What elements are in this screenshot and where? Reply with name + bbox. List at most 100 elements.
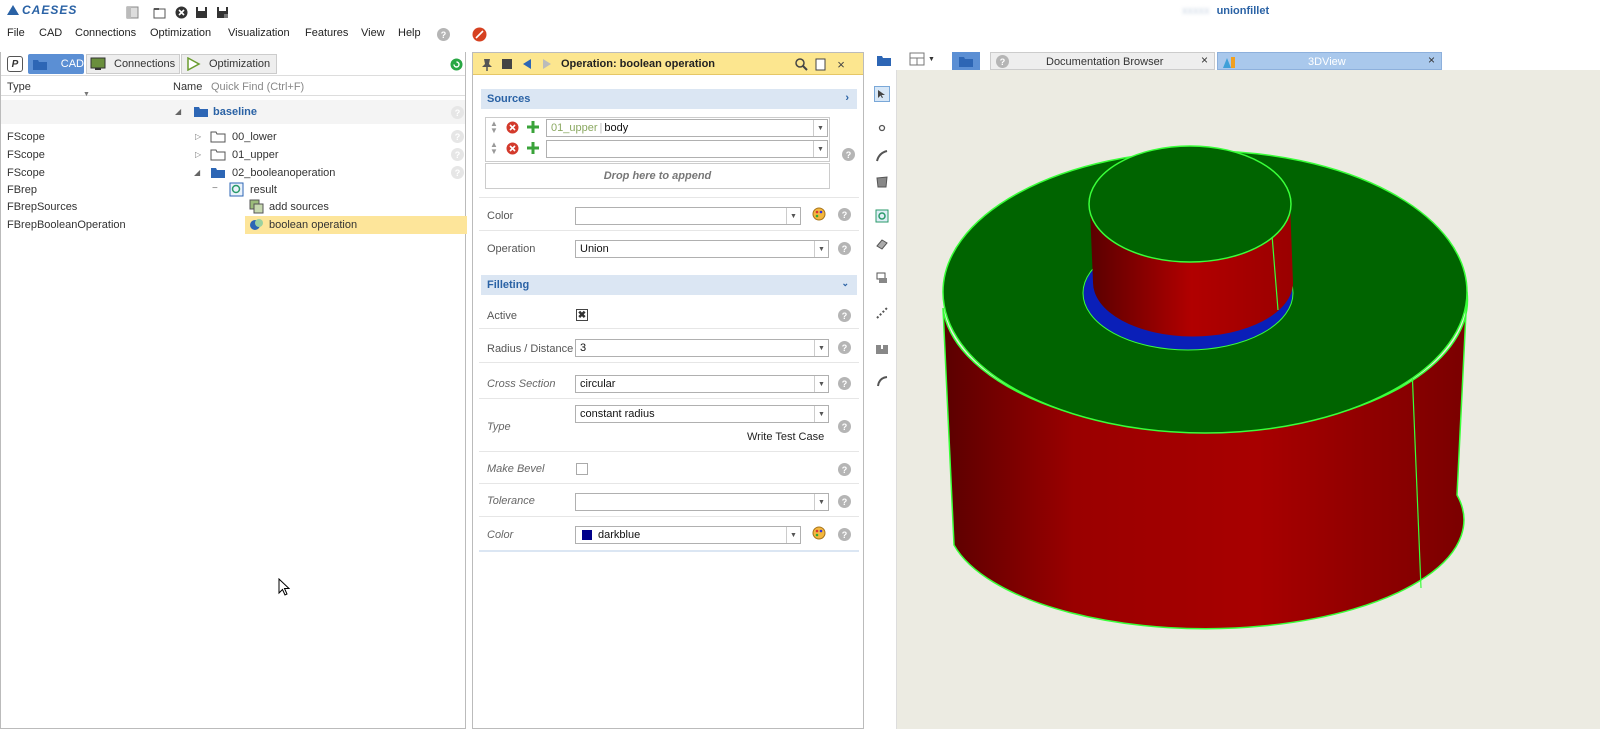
quick-find-input[interactable]: Quick Find (Ctrl+F)	[211, 81, 304, 93]
open-folder-icon[interactable]	[151, 4, 167, 20]
tree-row[interactable]: FBrepSources add sources	[1, 198, 465, 215]
help-icon[interactable]: ?	[451, 148, 464, 161]
menu-features[interactable]: Features	[305, 27, 348, 39]
help-icon[interactable]: ?	[842, 148, 855, 161]
tab-folder[interactable]	[952, 52, 980, 70]
solid-icon[interactable]	[874, 236, 890, 252]
search-icon[interactable]	[793, 56, 809, 72]
tab-documentation-browser[interactable]: ? Documentation Browser ×	[990, 52, 1215, 70]
chevron-down-icon[interactable]: ⌄	[841, 278, 849, 289]
forward-arrow-icon[interactable]	[539, 56, 555, 72]
menu-connections[interactable]: Connections	[75, 27, 136, 39]
close-icon[interactable]: ×	[1428, 53, 1435, 67]
menu-file[interactable]: File	[7, 27, 25, 39]
operation-combo[interactable]: Union ▼	[575, 240, 829, 258]
cross-section-combo[interactable]: circular ▼	[575, 375, 829, 393]
copy-icon[interactable]	[813, 56, 829, 72]
palette-icon[interactable]	[812, 207, 826, 224]
source-combo-1[interactable]: 01_upper | body ▼	[546, 119, 828, 137]
help-icon[interactable]: ?	[838, 208, 851, 221]
tab-3dview[interactable]: 3DView ×	[1217, 52, 1442, 70]
folder-icon[interactable]	[876, 54, 892, 67]
surface-icon[interactable]	[874, 174, 890, 190]
tree-row[interactable]: FScope ◢ 02_booleanoperation ?	[1, 164, 465, 181]
help-icon[interactable]: ?	[838, 242, 851, 255]
help-icon[interactable]: ?	[838, 309, 851, 322]
close-icon[interactable]	[173, 4, 189, 20]
tree-row-root[interactable]: ◢ baseline ?	[1, 100, 465, 124]
dropdown-arrow-icon[interactable]: ▼	[814, 494, 828, 510]
pin-p-button[interactable]: P	[7, 56, 23, 72]
help-icon[interactable]: ?	[838, 463, 851, 476]
menu-help[interactable]: Help	[398, 27, 421, 39]
dropdown-arrow-icon[interactable]: ▼	[814, 376, 828, 392]
tree-row[interactable]: FScope ▷ 01_upper ?	[1, 146, 465, 163]
help-icon[interactable]: ?	[838, 495, 851, 508]
curve-icon[interactable]	[874, 148, 890, 164]
collapse-icon[interactable]: −	[212, 183, 218, 194]
menu-cad[interactable]: CAD	[39, 27, 62, 39]
dropdown-arrow-icon[interactable]: ▼	[786, 527, 800, 543]
close-icon[interactable]: ×	[833, 56, 849, 72]
tree-row[interactable]: FBrep − result	[1, 181, 465, 198]
radius-combo[interactable]: 3 ▼	[575, 339, 829, 357]
column-type[interactable]: Type	[7, 81, 31, 93]
help-icon[interactable]: ?	[437, 28, 450, 41]
back-arrow-icon[interactable]	[519, 56, 535, 72]
import-icon[interactable]	[874, 340, 890, 356]
dropdown-arrow-icon[interactable]: ▼	[813, 141, 827, 157]
point-icon[interactable]	[874, 120, 890, 136]
help-icon[interactable]: ?	[838, 528, 851, 541]
layout-dropdown[interactable]: ▼	[909, 52, 935, 66]
add-icon[interactable]	[526, 120, 540, 137]
expand-arrow-icon[interactable]: ◢	[194, 168, 200, 177]
menu-visualization[interactable]: Visualization	[228, 27, 290, 39]
dropdown-arrow-icon[interactable]: ▼	[814, 406, 828, 422]
tab-connections[interactable]: Connections	[86, 54, 180, 74]
expand-arrow-icon[interactable]: ◢	[175, 107, 181, 116]
make-bevel-checkbox[interactable]	[576, 463, 588, 475]
drop-zone[interactable]: Drop here to append	[485, 163, 830, 189]
stop-icon[interactable]	[471, 26, 487, 42]
remove-icon[interactable]	[506, 121, 519, 137]
tolerance-combo[interactable]: ▼	[575, 493, 829, 511]
column-name[interactable]: Name	[173, 81, 202, 93]
source-combo-2[interactable]: ▼	[546, 140, 828, 158]
chevron-right-icon[interactable]: ›	[845, 92, 849, 104]
dropdown-arrow-icon[interactable]: ▼	[814, 241, 828, 257]
dropdown-arrow-icon[interactable]: ▼	[813, 120, 827, 136]
dotted-line-icon[interactable]	[874, 305, 890, 321]
tree-row-selected[interactable]: boolean operation	[245, 216, 467, 234]
help-icon[interactable]: ?	[838, 377, 851, 390]
stop-square-icon[interactable]	[499, 56, 515, 72]
active-checkbox[interactable]: ✖	[576, 309, 588, 321]
menu-optimization[interactable]: Optimization	[150, 27, 211, 39]
type-combo[interactable]: constant radius ▼	[575, 405, 829, 423]
dropdown-arrow-icon[interactable]: ▼	[814, 340, 828, 356]
pin-icon[interactable]	[479, 56, 495, 72]
save-icon[interactable]	[193, 4, 209, 20]
tab-cad[interactable]: CAD	[28, 54, 84, 74]
color-combo[interactable]: ▼	[575, 207, 801, 225]
save-all-icon[interactable]	[214, 4, 230, 20]
sources-section-header[interactable]: Sources ›	[481, 89, 857, 109]
expand-arrow-icon[interactable]: ▷	[195, 132, 201, 141]
tree-row[interactable]: FScope ▷ 00_lower ?	[1, 128, 465, 145]
brep-tool-icon[interactable]	[874, 208, 890, 224]
help-icon[interactable]: ?	[838, 420, 851, 433]
dropdown-arrow-icon[interactable]: ▼	[786, 208, 800, 224]
reorder-handle-icon[interactable]: ▲ ▼	[490, 141, 498, 156]
close-icon[interactable]: ×	[1201, 53, 1208, 67]
add-icon[interactable]	[526, 141, 540, 158]
fillet-color-combo[interactable]: darkblue ▼	[575, 526, 801, 544]
filleting-section-header[interactable]: Filleting ⌄	[481, 275, 857, 295]
palette-icon[interactable]	[812, 526, 826, 543]
3d-viewport[interactable]	[897, 70, 1600, 729]
layout-icon[interactable]	[124, 4, 140, 20]
write-test-case-button[interactable]: Write Test Case	[747, 431, 824, 443]
refresh-icon[interactable]	[450, 58, 463, 74]
tab-optimization[interactable]: Optimization	[181, 54, 277, 74]
help-icon[interactable]: ?	[838, 341, 851, 354]
reorder-handle-icon[interactable]: ▲ ▼	[490, 120, 498, 135]
expand-arrow-icon[interactable]: ▷	[195, 150, 201, 159]
